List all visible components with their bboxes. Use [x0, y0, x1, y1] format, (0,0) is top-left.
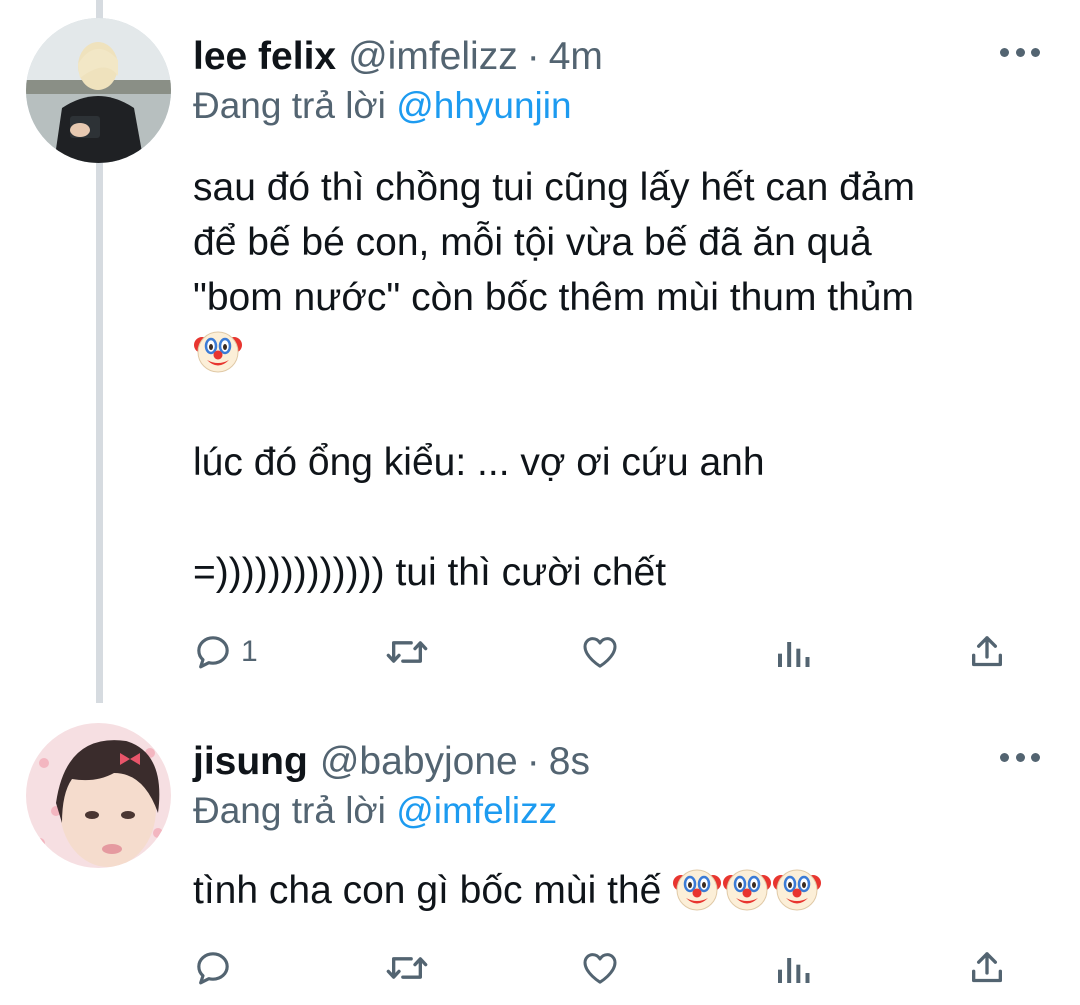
reply-count: 1 [241, 635, 258, 668]
avatar[interactable] [26, 18, 171, 163]
clown-face-emoji [772, 863, 822, 913]
more-icon[interactable] [1000, 44, 1040, 60]
avatar[interactable] [26, 723, 171, 868]
tweet[interactable]: jisung @babyjone · 8s Đang trả lời @imfe… [0, 705, 1080, 1005]
like-button[interactable] [579, 943, 621, 993]
tweet-text: tình cha con gì bốc mùi thế [193, 863, 822, 918]
retweet-button[interactable] [385, 943, 429, 993]
display-name[interactable]: lee felix [193, 34, 336, 80]
replying-to-mention[interactable]: @imfelizz [396, 790, 557, 831]
tweet-actions: 1 [193, 627, 1019, 677]
more-icon[interactable] [1000, 749, 1040, 765]
views-icon [778, 642, 810, 667]
replying-to-label: Đang trả lời [193, 85, 386, 126]
tweet-text-line: "bom nước" còn bốc thêm mùi thum thủm [193, 276, 914, 319]
reply-icon [197, 636, 229, 669]
tweet-text-line [193, 380, 915, 435]
replying-to: Đang trả lời @imfelizz [193, 789, 557, 833]
reply-icon [197, 952, 229, 985]
tweet-actions [193, 943, 1019, 993]
retweet-icon [386, 957, 428, 979]
like-button[interactable] [579, 627, 621, 677]
tweet-text-line: tình cha con gì bốc mùi thế [193, 869, 662, 912]
share-icon [972, 952, 1002, 983]
tweet-header: jisung @babyjone · 8s [193, 739, 590, 785]
tweet-text-line [193, 325, 915, 380]
replying-to-mention[interactable]: @hhyunjin [396, 85, 571, 126]
reply-button[interactable]: 1 [193, 627, 258, 677]
like-icon [583, 953, 617, 984]
user-handle[interactable]: @imfelizz [348, 34, 518, 80]
replying-to-label: Đang trả lời [193, 790, 386, 831]
timestamp[interactable]: 4m [549, 34, 603, 80]
clown-face-emoji [722, 863, 772, 913]
share-icon [972, 636, 1002, 667]
views-button[interactable] [773, 943, 813, 993]
tweet-text-line: lúc đó ổng kiểu: ... vợ ơi cứu anh [193, 441, 765, 484]
separator-dot: · [526, 740, 540, 783]
retweet-icon [386, 641, 428, 663]
clown-face-emoji [193, 325, 243, 375]
tweet-text: sau đó thì chồng tui cũng lấy hết can đả… [193, 160, 915, 600]
tweet-text-line [193, 490, 915, 545]
retweet-button[interactable] [385, 627, 429, 677]
replying-to: Đang trả lời @hhyunjin [193, 84, 572, 128]
reply-button[interactable] [193, 943, 233, 993]
views-button[interactable] [773, 627, 813, 677]
tweet-header: lee felix @imfelizz · 4m [193, 34, 603, 80]
user-handle[interactable]: @babyjone [320, 739, 518, 785]
share-button[interactable] [967, 943, 1007, 993]
like-icon [583, 637, 617, 668]
clown-face-emoji [672, 863, 722, 913]
tweet-text-line: =))))))))))))) tui thì cười chết [193, 551, 667, 594]
tweet-text-line: sau đó thì chồng tui cũng lấy hết can đả… [193, 166, 915, 209]
display-name[interactable]: jisung [193, 739, 308, 785]
timestamp[interactable]: 8s [549, 739, 590, 785]
tweet-text-line: để bế bé con, mỗi tội vừa bế đã ăn quả [193, 221, 872, 264]
separator-dot: · [526, 35, 540, 78]
share-button[interactable] [967, 627, 1007, 677]
views-icon [778, 958, 810, 983]
tweet[interactable]: lee felix @imfelizz · 4m Đang trả lời @h… [0, 0, 1080, 705]
